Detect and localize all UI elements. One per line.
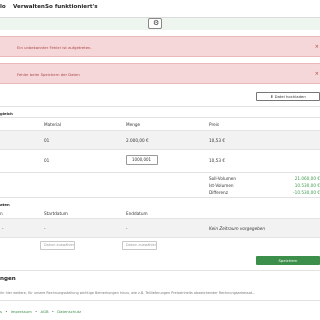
nav-item-verwalten[interactable]: Verwalten: [13, 4, 45, 10]
error-alert-unknown: Ein unbekannter Fehler ist aufgetreten. …: [0, 36, 320, 57]
column-header-period: n: [0, 211, 3, 216]
notes-text[interactable]: ihr hier weitere, für unsere Rechnungsst…: [0, 291, 320, 295]
section-title: gleich: [0, 111, 13, 116]
upload-label: Datei hochladen: [274, 94, 306, 99]
footer-link-impressum[interactable]: Impressum: [11, 309, 32, 314]
upload-file-button[interactable]: ⬆ Datei hochladen: [256, 92, 320, 101]
alert-message: Fehler beim Speichern der Daten: [17, 72, 80, 77]
gear-icon: ⚙: [153, 19, 160, 27]
table-row: [0, 219, 320, 237]
footer-separator: •: [35, 309, 38, 314]
footer-link-agb[interactable]: AGB: [40, 309, 48, 314]
summary-value-ist: 10.530,00 €: [294, 183, 320, 188]
divider: [0, 106, 320, 107]
alert-message: Ein unbekannter Fehler ist aufgetreten.: [17, 45, 92, 50]
periods-title: aten: [0, 202, 10, 207]
footer-links: s • Impressum • AGB • Datenschutz: [0, 309, 83, 314]
quantity-input[interactable]: 1000,001: [126, 155, 158, 165]
divider: [0, 149, 320, 150]
notes-title: ngen: [0, 276, 16, 282]
column-header-material: Material: [44, 122, 62, 127]
error-alert-save: Fehler beim Speichern der Daten ×: [0, 63, 320, 84]
column-header-menge: Menge: [126, 122, 141, 127]
summary-label-differenz: Differenz: [209, 190, 228, 195]
footer-link-datenschutz[interactable]: Datenschutz: [57, 309, 81, 314]
footer-separator: •: [51, 309, 55, 314]
nav-item-how-it-works[interactable]: So funktioniert's: [45, 4, 98, 10]
column-header-preis: Preis: [209, 122, 220, 127]
close-icon[interactable]: ×: [315, 44, 319, 50]
cell-preis: 10,53 €: [209, 158, 225, 163]
cell-material: 01: [44, 138, 50, 143]
close-icon[interactable]: ×: [315, 71, 319, 77]
divider: [0, 300, 320, 301]
nav-item-home[interactable]: lo: [0, 4, 6, 10]
cell-start: -: [44, 226, 46, 231]
cell-end: -: [126, 226, 128, 231]
summary-label-soll: Soll-Volumen: [209, 176, 237, 181]
top-navbar: lo Verwalten So funktioniert's: [0, 0, 320, 17]
end-date-input[interactable]: Datum auswählen: [122, 241, 157, 250]
summary-label-ist: Ist-Volumen: [209, 183, 234, 188]
column-header-startdatum: Startdatum: [44, 211, 68, 216]
start-date-input[interactable]: Datum auswählen: [40, 241, 75, 250]
divider: [0, 172, 320, 173]
divider: [0, 197, 320, 198]
save-button[interactable]: Speichern: [256, 256, 320, 265]
summary-value-differenz: -10.530,00 €: [293, 190, 320, 195]
upload-icon: ⬆: [270, 94, 274, 99]
cell-preis: 10,53 €: [209, 138, 225, 143]
footer-separator: •: [5, 309, 8, 314]
summary-value-soll: 21.060,00 €: [294, 176, 320, 181]
cell-menge: 2.000,00 €: [126, 138, 149, 143]
cell-period: -: [2, 226, 4, 231]
divider: [0, 270, 320, 271]
column-header-enddatum: Enddatum: [126, 211, 148, 216]
divider: [0, 237, 320, 238]
divider: [0, 117, 320, 118]
footer-prefix: s: [0, 309, 2, 314]
cell-material: 01: [44, 158, 50, 163]
settings-button[interactable]: ⚙: [148, 18, 162, 29]
cell-note: Kein Zeitraum vorgegeben: [209, 226, 266, 231]
